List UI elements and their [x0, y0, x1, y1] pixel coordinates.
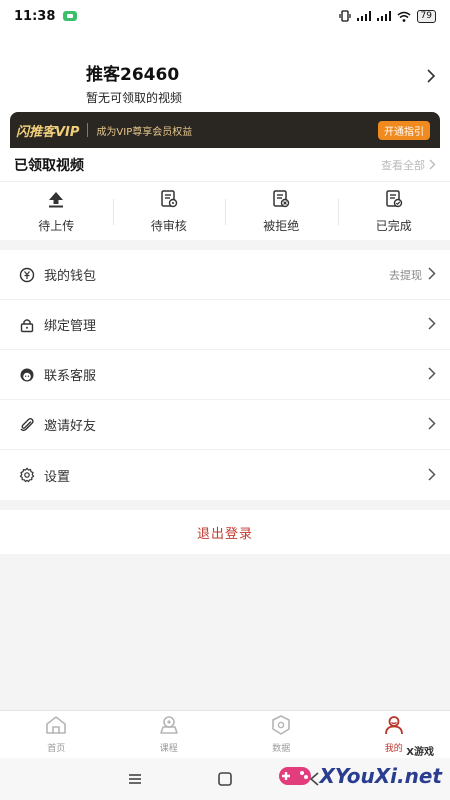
tab-data[interactable]: 数据: [225, 711, 338, 758]
paperclip-icon: [18, 416, 36, 434]
lock-icon: [18, 316, 36, 334]
chevron-right-icon: [428, 315, 436, 334]
claimed-videos-title: 已领取视频: [14, 157, 84, 174]
watermark: XYouXi.net: [277, 762, 442, 790]
menu-item-customer-service[interactable]: 联系客服: [0, 350, 450, 400]
chevron-right-icon: [428, 415, 436, 434]
chevron-right-icon: [428, 265, 436, 284]
course-icon: [158, 715, 180, 739]
profile-subtitle: 暂无可领取的视频: [86, 91, 183, 105]
rejected-icon: [271, 189, 291, 213]
battery-icon: 79: [416, 9, 436, 23]
menu-item-wallet[interactable]: 我的钱包 去提现: [0, 250, 450, 300]
home-button-icon[interactable]: [215, 769, 235, 789]
tab-label: 待上传: [38, 218, 75, 233]
watermark-small-text: X游戏: [406, 747, 434, 758]
menu-item-binding[interactable]: 绑定管理: [0, 300, 450, 350]
signal-icon: [356, 11, 371, 21]
view-all-link[interactable]: 查看全部: [381, 157, 436, 173]
chat-app-icon: [63, 11, 78, 21]
review-icon: [159, 189, 179, 213]
upload-icon: [46, 189, 66, 213]
wallet-icon: [18, 266, 36, 284]
tab-label: 首页: [47, 744, 66, 754]
status-bar: 11:38 79: [0, 0, 450, 32]
status-time: 11:38: [14, 8, 56, 24]
menu-item-label: 邀请好友: [44, 419, 97, 434]
vip-divider: [87, 123, 89, 137]
tab-label: 待审核: [150, 218, 187, 233]
profile-header[interactable]: 推客26460 暂无可领取的视频: [0, 32, 450, 112]
menu-item-label: 我的钱包: [44, 269, 97, 284]
tab-label: 被拒绝: [263, 218, 300, 233]
menu-item-invite[interactable]: 邀请好友: [0, 400, 450, 450]
menu-icon[interactable]: [125, 769, 145, 789]
logout-button[interactable]: 退出登录: [0, 510, 450, 554]
tab-home[interactable]: 首页: [0, 711, 113, 758]
vip-banner[interactable]: 闪推客VIP 成为VIP尊享会员权益 开通指引: [10, 112, 440, 148]
chevron-right-icon: [429, 159, 436, 170]
tab-pending-upload[interactable]: 待上传: [0, 189, 113, 234]
vip-guide-button[interactable]: 开通指引: [378, 121, 430, 140]
menu-item-label: 绑定管理: [44, 319, 97, 334]
gamepad-logo-icon: [277, 762, 313, 790]
profile-name: 推客26460: [86, 65, 180, 85]
chevron-right-icon[interactable]: [427, 68, 436, 87]
tab-rejected[interactable]: 被拒绝: [225, 189, 338, 234]
vibrate-icon: [338, 10, 351, 22]
vip-description: 成为VIP尊享会员权益: [96, 126, 193, 138]
signal-icon: [376, 11, 391, 21]
chevron-right-icon: [428, 466, 436, 485]
wifi-icon: [397, 11, 411, 22]
menu-item-settings[interactable]: 设置: [0, 450, 450, 500]
settings-icon: [18, 466, 36, 484]
vip-title: 闪推客VIP: [16, 124, 80, 140]
tab-completed[interactable]: 已完成: [337, 189, 450, 234]
menu-item-label: 设置: [44, 469, 71, 485]
customer-service-icon: [18, 366, 36, 384]
home-icon: [45, 715, 67, 739]
withdraw-link[interactable]: 去提现: [389, 267, 422, 283]
claimed-videos-section: 已领取视频 查看全部 待上传 待审核 被拒绝 已完成: [0, 148, 450, 240]
settings-menu: 我的钱包 去提现 绑定管理 联系客服 邀请好友 设置: [0, 250, 450, 500]
completed-icon: [384, 189, 404, 213]
tab-label: 数据: [272, 744, 291, 754]
profile-icon: [383, 715, 405, 739]
view-all-label: 查看全部: [381, 158, 425, 172]
data-icon: [270, 715, 292, 739]
tab-pending-review[interactable]: 待审核: [112, 189, 226, 234]
tab-course[interactable]: 课程: [113, 711, 226, 758]
bottom-tab-bar: 首页 课程 数据 我的: [0, 710, 450, 758]
tab-label: 课程: [159, 744, 178, 754]
tab-label: 我的: [384, 744, 403, 754]
tab-label: 已完成: [375, 218, 412, 233]
logout-label: 退出登录: [196, 526, 253, 542]
chevron-right-icon: [428, 365, 436, 384]
menu-item-label: 联系客服: [44, 369, 97, 384]
watermark-text: XYouXi.net: [319, 764, 442, 788]
